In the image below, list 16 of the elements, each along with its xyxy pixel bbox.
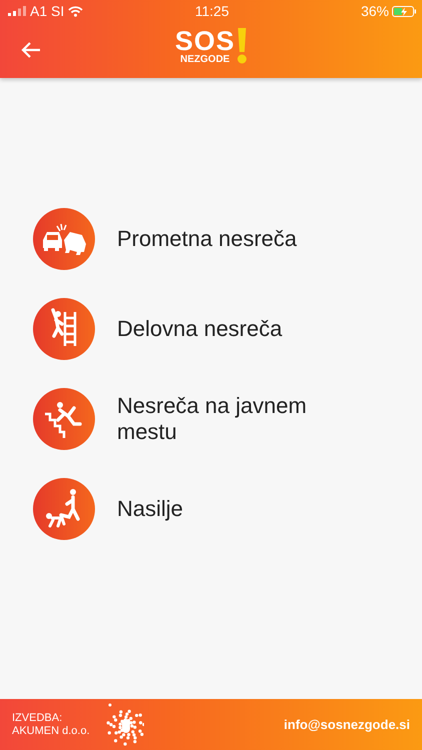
stairs-fall-icon <box>33 388 95 450</box>
car-crash-icon <box>33 208 95 270</box>
logo-subtitle: NEZGODE <box>180 54 230 66</box>
battery-percent: 36% <box>360 3 389 19</box>
carrier-name: A1 SI <box>30 3 64 19</box>
signal-icon <box>8 6 26 16</box>
battery-charging-icon <box>392 6 416 16</box>
ladder-fall-icon <box>33 298 95 360</box>
logo-title: SOS <box>174 28 236 54</box>
exclamation-icon <box>237 28 248 64</box>
credit-text: IZVEDBA: <box>12 712 64 724</box>
dotted-logo-icon <box>104 702 144 748</box>
clock-time: 11:25 <box>195 3 229 19</box>
violence-icon <box>33 478 95 540</box>
credit-text: AKUMEN d.o.o. <box>12 724 90 738</box>
wifi-icon <box>68 6 84 16</box>
